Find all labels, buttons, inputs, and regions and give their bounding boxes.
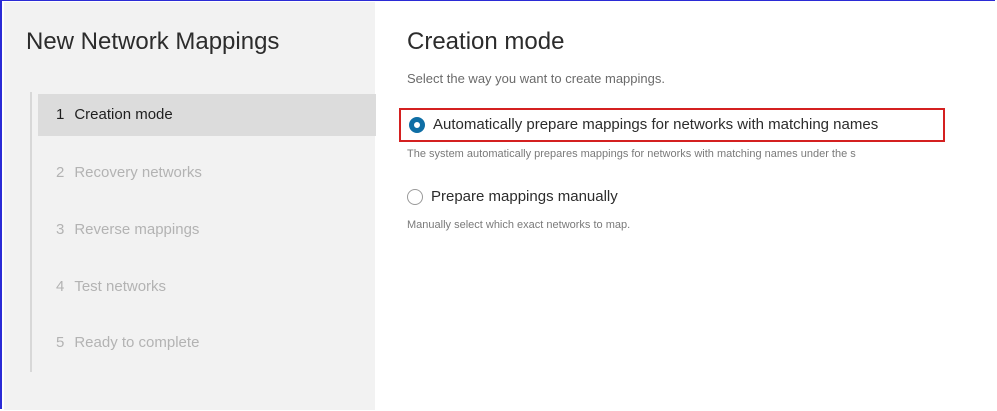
wizard-step-creation-mode[interactable]: 1 Creation mode (38, 94, 376, 136)
wizard-step-recovery-networks[interactable]: 2 Recovery networks (38, 152, 376, 194)
radio-auto-prepare[interactable] (409, 117, 425, 133)
wizard-step-ready-to-complete[interactable]: 5 Ready to complete (38, 322, 376, 364)
radio-manual[interactable] (407, 189, 423, 205)
option-auto-prepare-help: The system automatically prepares mappin… (407, 148, 856, 160)
step-number: 5 (56, 334, 65, 351)
wizard-title: New Network Mappings (26, 28, 280, 55)
step-number: 2 (56, 164, 65, 181)
option-auto-prepare-label[interactable]: Automatically prepare mappings for netwo… (433, 116, 878, 133)
step-label: Creation mode (74, 106, 173, 123)
wizard-sidebar: New Network Mappings 1 Creation mode 2 Rec… (4, 2, 376, 410)
option-manual-label[interactable]: Prepare mappings manually (431, 188, 618, 205)
option-manual-help: Manually select which exact networks to … (407, 219, 631, 231)
steps-divider (30, 92, 32, 372)
step-number: 3 (56, 221, 65, 238)
wizard-step-test-networks[interactable]: 4 Test networks (38, 266, 376, 308)
wizard-step-reverse-mappings[interactable]: 3 Reverse mappings (38, 209, 376, 251)
step-number: 1 (56, 106, 65, 123)
step-label: Recovery networks (74, 164, 202, 181)
option-manual[interactable]: Prepare mappings manually (407, 185, 807, 209)
step-label: Reverse mappings (74, 221, 200, 238)
step-label: Ready to complete (74, 334, 200, 351)
wizard-content: Creation mode Select the way you want to… (375, 2, 997, 410)
step-number: 4 (56, 278, 65, 295)
page-title: Creation mode (407, 28, 565, 55)
wizard-dialog: New Network Mappings 1 Creation mode 2 Rec… (0, 0, 997, 410)
step-label: Test networks (74, 278, 167, 295)
option-auto-prepare[interactable]: Automatically prepare mappings for netwo… (399, 108, 945, 142)
page-description: Select the way you want to create mappin… (407, 71, 665, 86)
